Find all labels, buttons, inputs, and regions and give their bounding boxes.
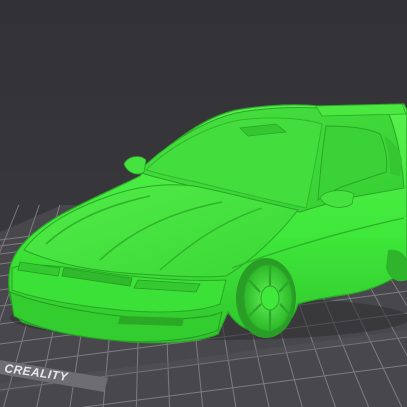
- front-wheel: [236, 258, 296, 338]
- rear-spoiler: [315, 103, 407, 117]
- 3d-viewport[interactable]: CREALITY: [0, 0, 407, 407]
